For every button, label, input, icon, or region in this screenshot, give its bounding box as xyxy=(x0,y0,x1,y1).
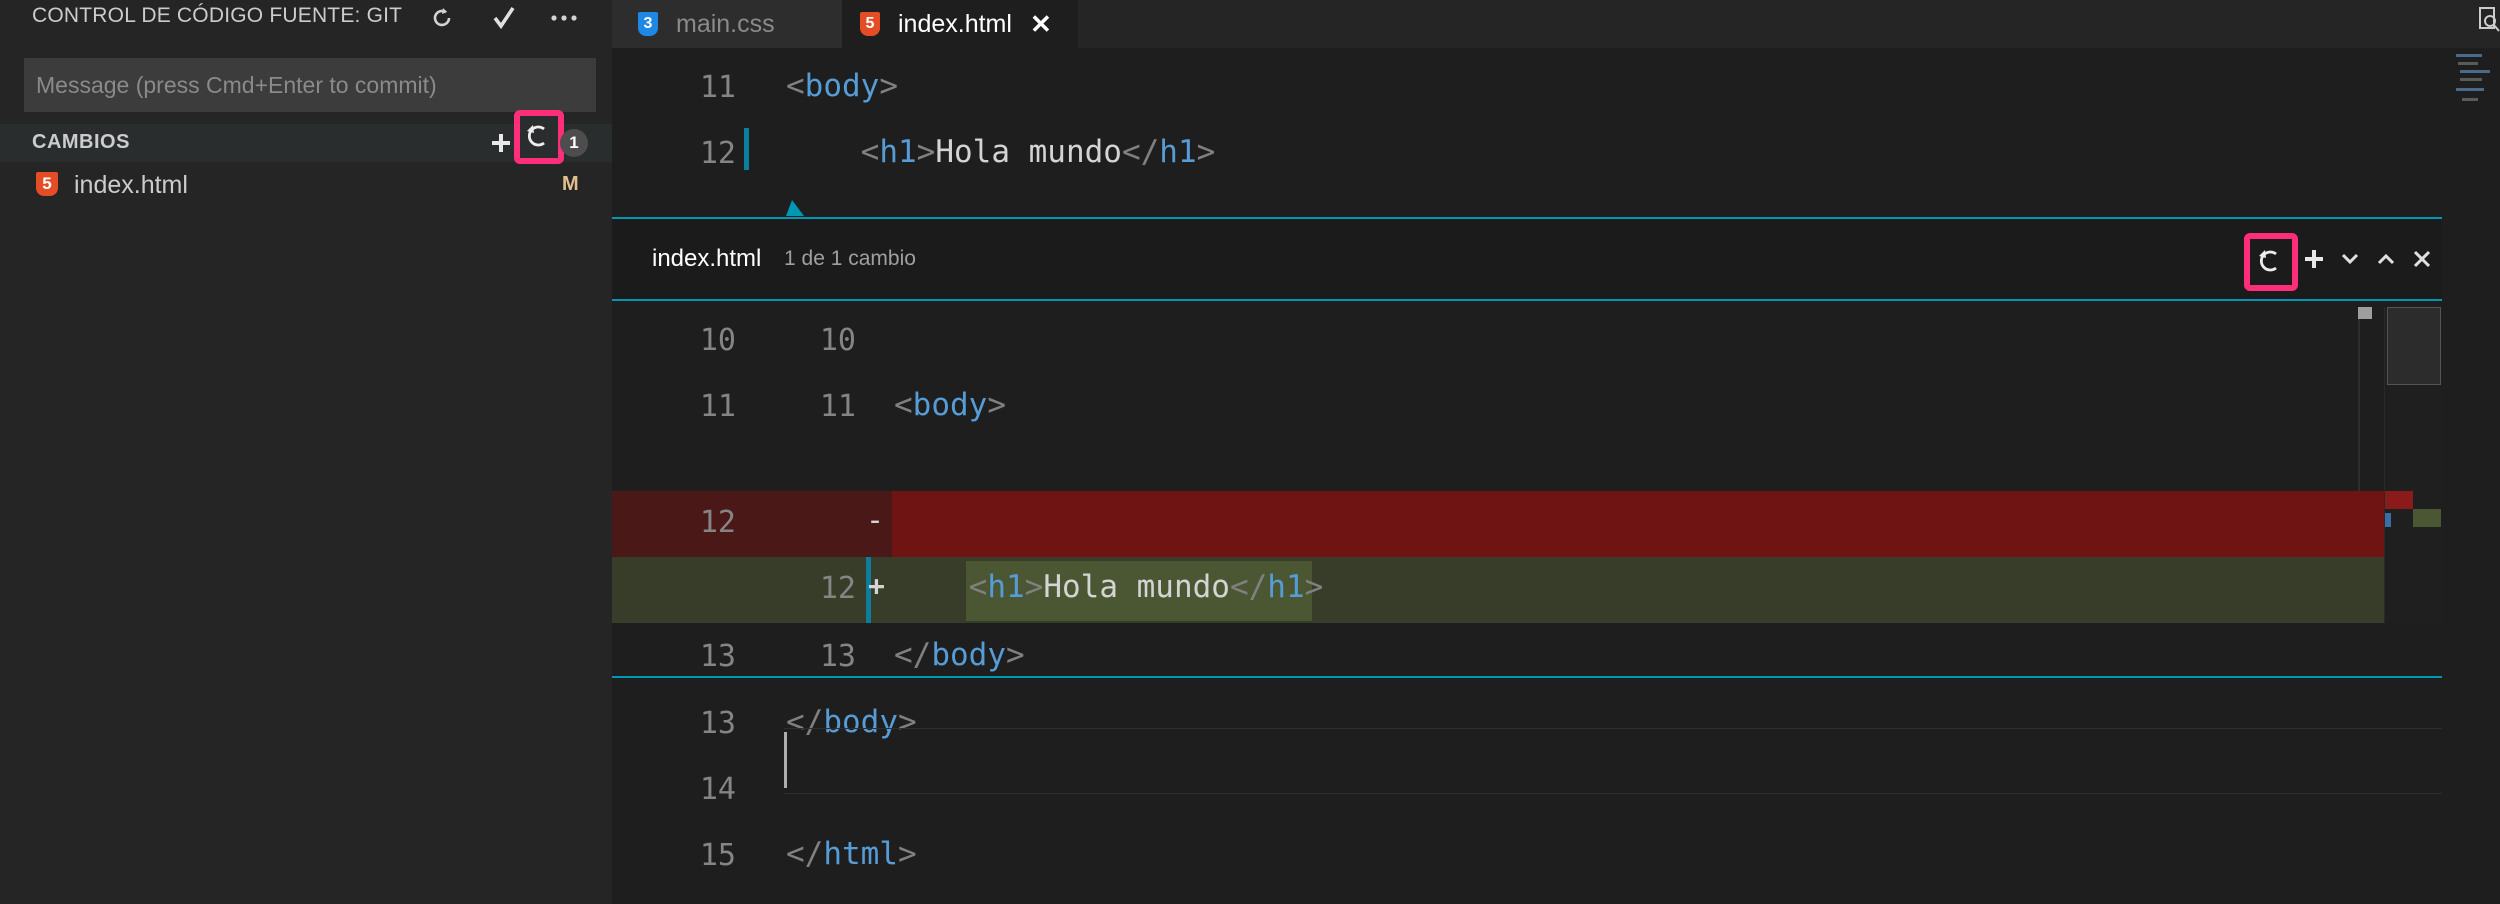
more-actions-icon[interactable] xyxy=(542,0,586,36)
close-peek-icon[interactable] xyxy=(2406,241,2438,277)
line-number: 14 xyxy=(699,772,736,807)
modified-line-gutter xyxy=(744,128,749,170)
inline-diff-peek: index.html 1 de 1 cambio 10 10 11 11 <bo… xyxy=(612,217,2442,678)
chevron-down-icon[interactable] xyxy=(2334,241,2366,277)
text-cursor xyxy=(784,732,787,788)
deleted-line-highlight xyxy=(892,491,2384,557)
peek-subtitle: 1 de 1 cambio xyxy=(784,247,916,270)
diff-code-line: <h1>Hola mundo</h1> xyxy=(968,569,1324,605)
diff-minimap[interactable] xyxy=(2384,307,2441,623)
original-line-number: 13 xyxy=(699,639,736,674)
modified-line-number: 10 xyxy=(819,323,856,358)
commit-message-input[interactable] xyxy=(24,58,596,112)
close-tab-icon[interactable]: ✕ xyxy=(1030,9,1052,40)
line-number: 15 xyxy=(699,838,736,873)
refresh-icon[interactable] xyxy=(420,0,464,36)
modified-line-number: 12 xyxy=(819,571,856,606)
original-line-number: 10 xyxy=(699,323,736,358)
changes-section-header[interactable]: CAMBIOS 1 xyxy=(0,110,612,164)
discard-all-changes-icon[interactable] xyxy=(514,110,564,164)
css3-icon: 3 xyxy=(638,12,658,36)
stage-change-icon[interactable] xyxy=(2298,241,2330,277)
editor-tab-bar: 3 main.css 5 index.html ✕ xyxy=(612,0,2500,48)
code-line: <h1>Hola mundo</h1> xyxy=(860,134,1216,170)
stage-all-icon[interactable] xyxy=(486,124,516,162)
commit-check-icon[interactable] xyxy=(482,0,526,36)
open-changes-icon[interactable] xyxy=(2478,6,2500,34)
tab-label: index.html xyxy=(898,9,1012,38)
deleted-marker: - xyxy=(866,503,885,538)
code-line: </html> xyxy=(786,836,917,872)
line-number: 13 xyxy=(699,706,736,741)
sidebar-title: CONTROL DE CÓDIGO FUENTE: GIT xyxy=(32,4,403,27)
peek-header: index.html 1 de 1 cambio xyxy=(612,219,2442,301)
tab-index-html[interactable]: 5 index.html ✕ xyxy=(842,0,1078,48)
changed-file-item[interactable]: 5 index.html M xyxy=(0,166,612,204)
diff-code-line: </body> xyxy=(894,637,1025,673)
modified-line-number: 11 xyxy=(819,389,856,424)
revert-change-icon[interactable] xyxy=(2244,233,2298,291)
modified-line-number: 13 xyxy=(819,639,856,674)
changed-file-name: index.html xyxy=(74,171,188,199)
scroll-thumb[interactable] xyxy=(2358,307,2372,319)
source-control-sidebar: CONTROL DE CÓDIGO FUENTE: GIT CAMBIOS 1 … xyxy=(0,0,612,904)
line-number: 11 xyxy=(699,70,736,105)
deleted-line: 12 - xyxy=(612,491,2384,557)
code-editor[interactable]: 11 <body> 12 <h1>Hola mundo</h1> index.h… xyxy=(612,48,2500,904)
peek-arrow-icon xyxy=(786,200,804,216)
changes-count-badge: 1 xyxy=(560,129,588,157)
original-line-number: 11 xyxy=(699,389,736,424)
chevron-up-icon[interactable] xyxy=(2370,241,2402,277)
diff-code-line: <body> xyxy=(894,387,1006,423)
changes-label: CAMBIOS xyxy=(32,131,130,153)
minimap-viewport[interactable] xyxy=(2387,307,2441,385)
minimap-cursor-marker xyxy=(2385,513,2391,527)
html5-icon: 5 xyxy=(860,12,880,36)
editor-minimap[interactable] xyxy=(2442,48,2500,904)
tab-main-css[interactable]: 3 main.css xyxy=(612,0,842,48)
added-line: 12 + <h1>Hola mundo</h1> xyxy=(612,557,2384,623)
html5-icon: 5 xyxy=(36,172,58,196)
original-line-number: 12 xyxy=(699,505,736,540)
peek-title: index.html xyxy=(652,245,762,272)
current-line-highlight xyxy=(784,728,2442,794)
file-status-badge: M xyxy=(562,173,579,195)
tab-label: main.css xyxy=(676,9,775,38)
added-marker: + xyxy=(868,569,885,602)
minimap-added-marker xyxy=(2413,509,2441,527)
code-line: <body> xyxy=(786,68,898,104)
line-number: 12 xyxy=(699,136,736,171)
minimap-deleted-marker xyxy=(2385,491,2413,509)
